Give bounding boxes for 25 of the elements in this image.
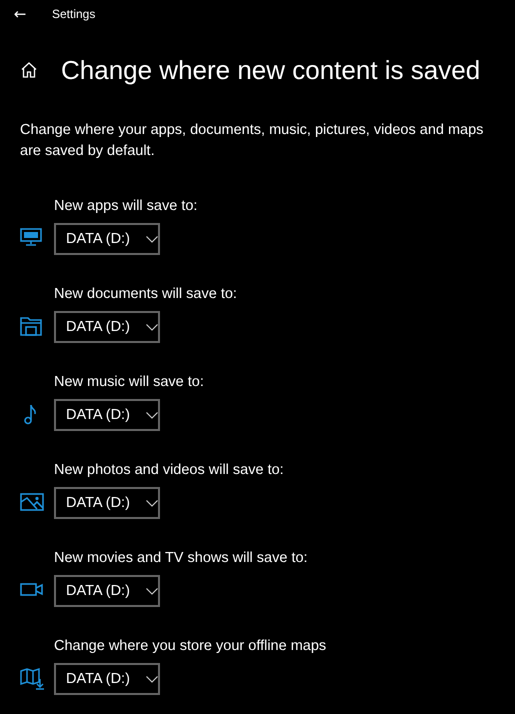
drive-dropdown[interactable]: DATA (D:) [54,575,160,607]
drive-dropdown[interactable]: DATA (D:) [54,663,160,695]
chevron-down-icon [146,412,158,418]
setting-label: New movies and TV shows will save to: [54,549,309,568]
folder-icon [20,315,44,339]
drive-dropdown[interactable]: DATA (D:) [54,399,160,431]
setting-label: New photos and videos will save to: [54,461,285,480]
setting-label: New music will save to: [54,373,205,392]
setting-label: New apps will save to: [54,197,198,216]
setting-label: New documents will save to: [54,285,238,304]
description: Change where your apps, documents, music, pictures, videos and maps are saved by default. [20,121,484,161]
home-icon[interactable] [20,61,38,79]
chevron-down-icon [146,676,158,682]
map-icon [20,667,44,691]
window-title: Settings [52,7,96,21]
chevron-down-icon [146,500,158,506]
chevron-down-icon [146,588,158,594]
page-title: Change where new content is saved [61,54,480,86]
chevron-down-icon [146,236,158,242]
drive-dropdown[interactable]: DATA (D:) [54,311,160,343]
setting-label: Change where you store your offline maps [54,637,328,656]
drive-dropdown[interactable]: DATA (D:) [54,487,160,519]
drive-dropdown[interactable]: DATA (D:) [54,223,160,255]
chevron-down-icon [146,324,158,330]
back-button[interactable]: ← [12,5,28,23]
